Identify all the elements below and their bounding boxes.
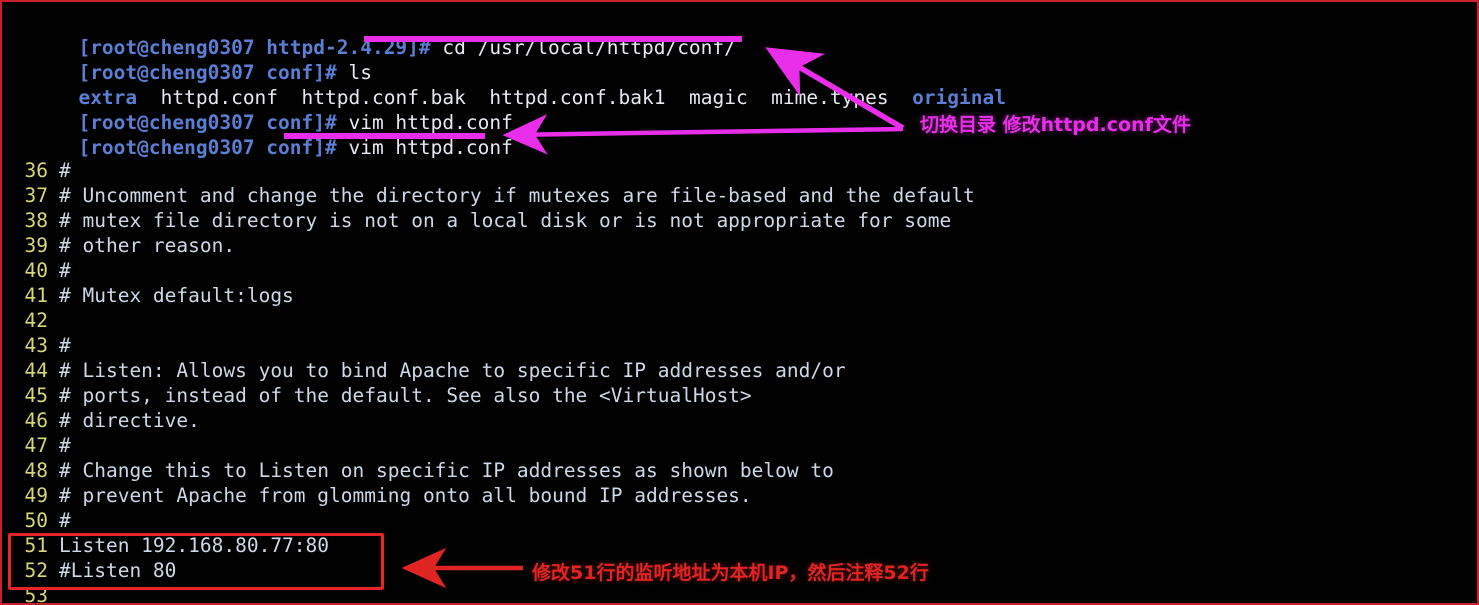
editor-line: 42 xyxy=(8,308,1473,333)
shell-prompt: [root@cheng0307 conf]# xyxy=(78,111,337,134)
line-content: # xyxy=(59,434,71,457)
magenta-underline-vim xyxy=(284,133,485,139)
editor-line: 44 # Listen: Allows you to bind Apache to… xyxy=(8,358,1473,383)
line-number: 46 xyxy=(24,409,48,432)
shell-session: [root@cheng0307 httpd-2.4.29]# cd /usr/l… xyxy=(8,2,1473,159)
editor-line: 39 # other reason. xyxy=(8,233,1473,258)
line-content: # Listen: Allows you to bind Apache to s… xyxy=(59,359,846,382)
shell-prompt: [root@cheng0307 conf]# xyxy=(78,61,337,84)
editor-line: 41 # Mutex default:logs xyxy=(8,283,1473,308)
line-content: # other reason. xyxy=(59,234,236,257)
shell-command: ls xyxy=(336,61,372,84)
editor-line: 36 # xyxy=(8,158,1473,183)
shell-prompt: [root@cheng0307 conf]# xyxy=(78,136,337,159)
terminal-window[interactable]: [root@cheng0307 httpd-2.4.29]# cd /usr/l… xyxy=(0,0,1479,605)
ls-entry-httpd-conf: httpd.conf xyxy=(160,86,279,109)
line-number: 49 xyxy=(24,484,48,507)
ls-entry-httpd-conf-bak: httpd.conf.bak xyxy=(301,86,466,109)
line-content: # directive. xyxy=(59,409,200,432)
line-number: 43 xyxy=(24,334,48,357)
editor-line: 37 # Uncomment and change the directory i… xyxy=(8,183,1473,208)
line-content: # mutex file directory is not on a local… xyxy=(59,209,952,232)
line-number: 38 xyxy=(24,209,48,232)
ls-entry-httpd-conf-bak1: httpd.conf.bak1 xyxy=(489,86,666,109)
line-number: 40 xyxy=(24,259,48,282)
line-content: # xyxy=(59,334,71,357)
editor-line: 50 # xyxy=(8,508,1473,533)
line-content: # xyxy=(59,509,71,532)
line-number: 45 xyxy=(24,384,48,407)
annotation-note-magenta: 切换目录 修改httpd.conf文件 xyxy=(920,114,1191,136)
line-number: 48 xyxy=(24,459,48,482)
editor-line: 48 # Change this to Listen on specific IP… xyxy=(8,458,1473,483)
ls-entry-original: original xyxy=(912,86,1006,109)
editor-line: 46 # directive. xyxy=(8,408,1473,433)
editor-line: 40 # xyxy=(8,258,1473,283)
line-number: 41 xyxy=(24,284,48,307)
ls-entry-extra: extra xyxy=(78,86,138,109)
magenta-underline-cd xyxy=(364,36,742,42)
editor-line: 45 # ports, instead of the default. See a… xyxy=(8,383,1473,408)
red-highlight-box-listen-lines xyxy=(8,533,384,590)
editor-line: 49 # prevent Apache from glomming onto al… xyxy=(8,483,1473,508)
line-number: 42 xyxy=(24,309,48,332)
line-content: # Change this to Listen on specific IP a… xyxy=(59,459,834,482)
line-number: 39 xyxy=(24,234,48,257)
line-content: # Mutex default:logs xyxy=(59,284,294,307)
editor-line: 43 # xyxy=(8,333,1473,358)
line-number: 47 xyxy=(24,434,48,457)
line-number: 44 xyxy=(24,359,48,382)
line-number: 36 xyxy=(24,159,48,182)
line-number: 37 xyxy=(24,184,48,207)
annotation-note-red: 修改51行的监听地址为本机IP，然后注释52行 xyxy=(532,562,929,584)
line-content xyxy=(48,309,59,332)
shell-line-clipped xyxy=(8,2,1473,10)
shell-command: vim httpd.conf xyxy=(336,136,513,159)
shell-line-cd: [root@cheng0307 httpd-2.4.29]# cd /usr/l… xyxy=(8,10,1473,59)
line-content: # prevent Apache from glomming onto all … xyxy=(59,484,752,507)
shell-command: vim httpd.conf xyxy=(336,111,513,134)
line-content: # ports, instead of the default. See als… xyxy=(59,384,752,407)
line-content: # Uncomment and change the directory if … xyxy=(59,184,975,207)
ls-entry-magic: magic xyxy=(688,86,748,109)
line-content: # xyxy=(59,159,71,182)
editor-line: 47 # xyxy=(8,433,1473,458)
editor-line: 38 # mutex file directory is not on a loc… xyxy=(8,208,1473,233)
line-content: # xyxy=(59,259,71,282)
line-number: 50 xyxy=(24,509,48,532)
ls-entry-mime-types: mime.types xyxy=(771,86,889,109)
